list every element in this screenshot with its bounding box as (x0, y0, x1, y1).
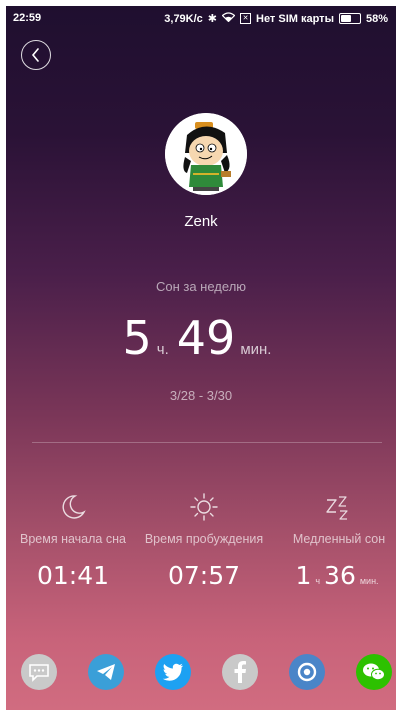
stat-value: 01:41 (36, 561, 110, 590)
bluetooth-icon: ✱ (207, 13, 218, 25)
chat-icon (29, 664, 49, 682)
facebook-icon (234, 661, 246, 683)
share-twitter-button[interactable] (155, 654, 191, 690)
stat-label: Медленный сон (292, 532, 386, 546)
light-sleep-hours: 1 (295, 561, 312, 590)
divider (32, 442, 382, 443)
share-wechat-button[interactable] (356, 654, 392, 690)
hours-unit: ч. (156, 341, 169, 358)
stat-value: 07:57 (167, 561, 241, 590)
no-sim-icon: ✕ (240, 13, 252, 24)
share-camera-button[interactable] (289, 654, 325, 690)
sun-icon (190, 493, 218, 521)
stat-value: 1 ч 36 мин. (274, 561, 396, 590)
status-time: 22:59 (13, 12, 42, 24)
light-sleep-minutes: 36 (324, 561, 356, 590)
avatar[interactable] (165, 113, 247, 195)
network-speed: 3,79K/c (164, 12, 203, 25)
user-name: Zenk (184, 213, 218, 230)
wifi-icon (221, 12, 236, 25)
stat-label: Время начала сна (20, 532, 126, 546)
status-bar: 22:59 3,79K/c ✱ ✕ Нет SIM карты 58% (6, 6, 396, 30)
light-sleep-hours-unit: ч (315, 576, 321, 586)
date-range: 3/28 - 3/30 (169, 388, 233, 403)
share-chat-button[interactable] (21, 654, 57, 690)
sleep-summary-screen: 22:59 3,79K/c ✱ ✕ Нет SIM карты 58% Zenk… (6, 6, 396, 710)
battery-percent: 58% (365, 12, 388, 25)
wechat-icon (363, 663, 385, 681)
stat-label: Время пробуждения (144, 532, 264, 546)
avatar-image (165, 113, 247, 195)
carrier-text: Нет SIM карты (256, 12, 334, 25)
light-sleep-minutes-unit: мин. (359, 576, 379, 586)
share-facebook-button[interactable] (222, 654, 258, 690)
chevron-left-icon (31, 48, 39, 62)
back-button[interactable] (21, 40, 51, 70)
zzz-icon (326, 496, 348, 520)
share-bar (6, 654, 396, 690)
moon-icon (62, 495, 86, 519)
total-minutes: 49 (176, 311, 236, 365)
stat-wake-time: Время пробуждения 07:57 (139, 490, 269, 590)
camera-icon (297, 662, 317, 682)
week-sleep-total: 5 ч. 49 мин. (6, 311, 396, 365)
total-hours: 5 (122, 311, 152, 365)
minutes-unit: мин. (240, 341, 272, 358)
week-sleep-label: Сон за неделю (155, 279, 247, 294)
share-telegram-button[interactable] (88, 654, 124, 690)
stat-sleep-start: Время начала сна 01:41 (8, 490, 138, 590)
telegram-icon (97, 664, 115, 680)
battery-icon (338, 13, 361, 24)
stat-light-sleep: Медленный сон 1 ч 36 мин. (274, 490, 396, 590)
twitter-icon (162, 663, 183, 681)
